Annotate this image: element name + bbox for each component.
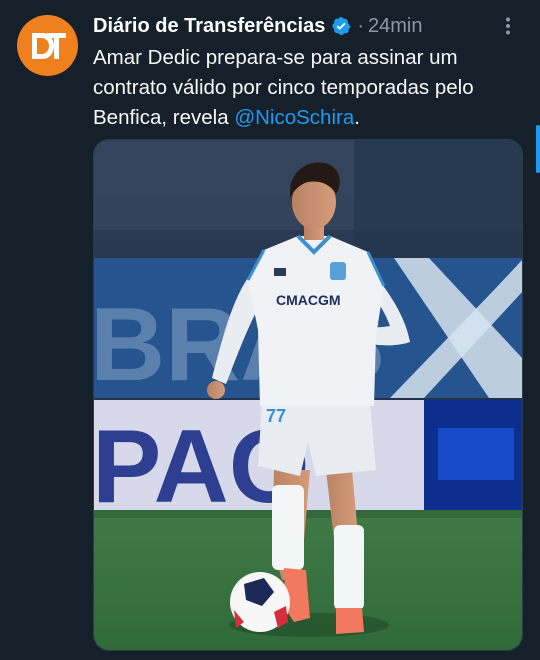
shirt-number: 77 <box>266 406 286 426</box>
svg-text:DT: DT <box>26 24 28 25</box>
display-name[interactable]: Diário de Transferências <box>93 15 325 38</box>
photo-scene: BRAS PAO 77 <box>94 140 522 650</box>
scrollbar-thumb[interactable] <box>536 125 540 173</box>
timestamp[interactable]: 24min <box>368 15 422 38</box>
avatar-logo: DT <box>26 24 66 59</box>
tweet-header: Diário de Transferências · 24min <box>93 12 520 40</box>
separator-dot: · <box>357 14 364 37</box>
tweet-photo[interactable]: BRAS PAO 77 <box>93 139 523 651</box>
football <box>230 572 290 632</box>
more-options-icon[interactable] <box>496 14 520 38</box>
mention-link[interactable]: @NicoSchira <box>234 106 354 129</box>
shirt-sponsor: CMACGM <box>276 292 341 308</box>
verified-badge-icon <box>331 16 351 36</box>
tweet-text: Amar Dedic prepara-se para assinar um co… <box>93 43 523 133</box>
avatar[interactable]: DT <box>17 15 78 76</box>
tweet-card[interactable]: DT Diário de Transferências · 24min Amar… <box>0 0 540 660</box>
right-sock <box>334 525 364 610</box>
left-sock <box>272 485 304 570</box>
player-shirt <box>248 236 384 406</box>
tweet-text-end: . <box>354 106 360 129</box>
